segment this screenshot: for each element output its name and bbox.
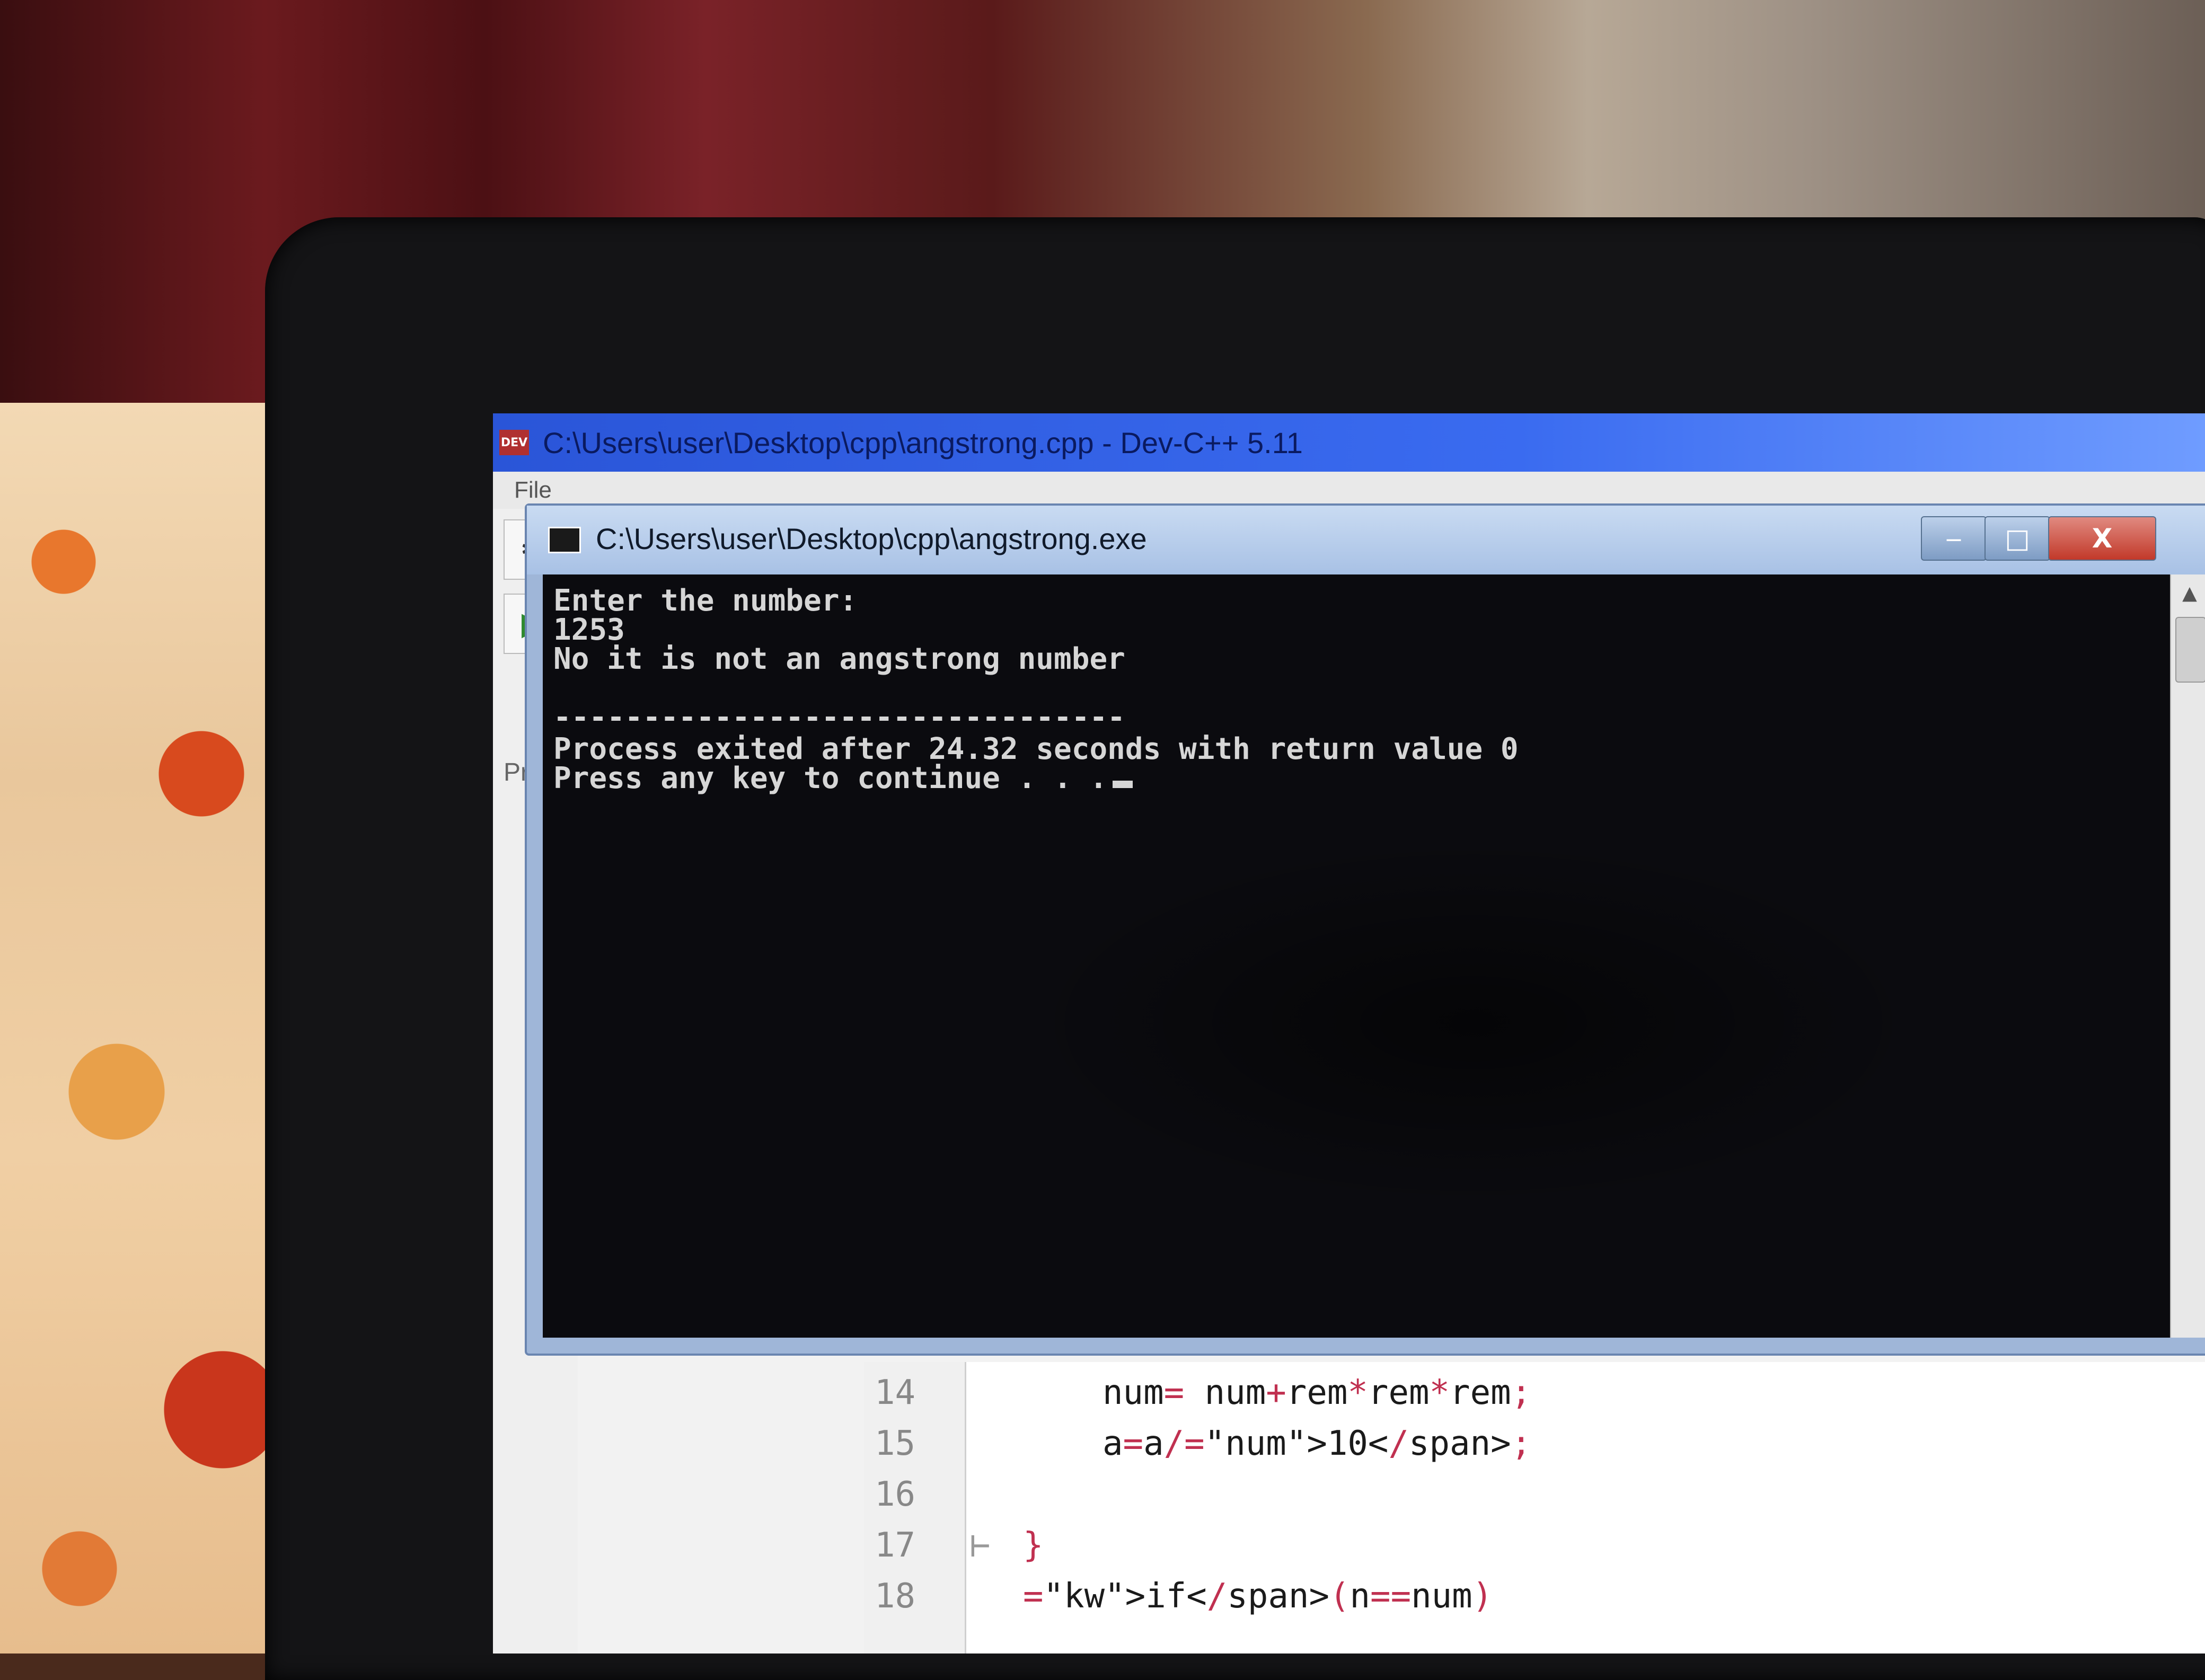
code-text: num= num+rem*rem*rem; [1102, 1373, 1532, 1412]
console-output[interactable]: Enter the number: 1253 No it is not an ang… [543, 574, 2170, 1338]
screen: DEV C:\Users\user\Desktop\cpp\angstrong.… [493, 413, 2205, 1654]
console-line: -------------------------------- [553, 702, 1125, 733]
line-number: 18 [875, 1577, 916, 1616]
code-line[interactable]: 14 num= num+rem*rem*rem; [864, 1367, 2205, 1418]
console-title-bar[interactable]: C:\Users\user\Desktop\cpp\angstrong.exe … [527, 506, 2205, 574]
console-line-text: -------------------------------- [553, 700, 1125, 735]
maximize-button[interactable]: □ [1984, 516, 2050, 561]
console-line: Enter the number: [553, 585, 857, 617]
console-line: No it is not an angstrong number [553, 643, 1125, 675]
minimize-button[interactable]: ‒ [1921, 516, 1987, 561]
scroll-up-icon[interactable]: ▲ [2171, 574, 2205, 612]
console-scrollbar[interactable]: ▲ [2170, 574, 2205, 1338]
code-line[interactable]: 17 ⊢} [864, 1520, 2205, 1571]
scroll-thumb[interactable] [2175, 617, 2205, 683]
menu-file[interactable]: File [514, 477, 552, 503]
console-line-text: Press any key to continue . . . [553, 761, 1108, 795]
code-text: } [1023, 1526, 1044, 1565]
console-cursor [1113, 781, 1133, 788]
code-editor[interactable]: 14 num= num+rem*rem*rem; 15 a=a/="num">10</… [864, 1362, 2205, 1654]
fold-marker-icon[interactable]: ⊢ [970, 1520, 991, 1571]
code-line[interactable]: 16 [864, 1469, 2205, 1520]
console-line-text: No it is not an angstrong number [553, 642, 1125, 676]
line-number: 15 [875, 1424, 916, 1463]
console-line: Process exited after 24.32 seconds with … [553, 733, 1519, 765]
code-text: ="kw">if</span>(n==num) [1023, 1577, 1493, 1616]
console-line: Press any key to continue . . . [553, 763, 1133, 794]
code-text: a=a/="num">10</span>; [1102, 1424, 1532, 1463]
line-number: 16 [875, 1475, 916, 1514]
code-line[interactable]: 18 ="kw">if</span>(n==num) [864, 1571, 2205, 1622]
devcpp-title-bar[interactable]: DEV C:\Users\user\Desktop\cpp\angstrong.… [493, 413, 2205, 472]
devcpp-window-title: C:\Users\user\Desktop\cpp\angstrong.cpp … [543, 426, 1303, 459]
console-app-icon [548, 527, 581, 553]
line-number: 17 [875, 1526, 916, 1565]
console-window: C:\Users\user\Desktop\cpp\angstrong.exe … [525, 503, 2205, 1356]
line-number: 14 [875, 1373, 916, 1412]
console-line: 1253 [553, 614, 625, 646]
devcpp-app-icon: DEV [499, 430, 529, 455]
code-line[interactable]: 15 a=a/="num">10</span>; [864, 1418, 2205, 1469]
close-button[interactable]: X [2048, 516, 2156, 561]
console-window-title: C:\Users\user\Desktop\cpp\angstrong.exe [596, 522, 1147, 555]
